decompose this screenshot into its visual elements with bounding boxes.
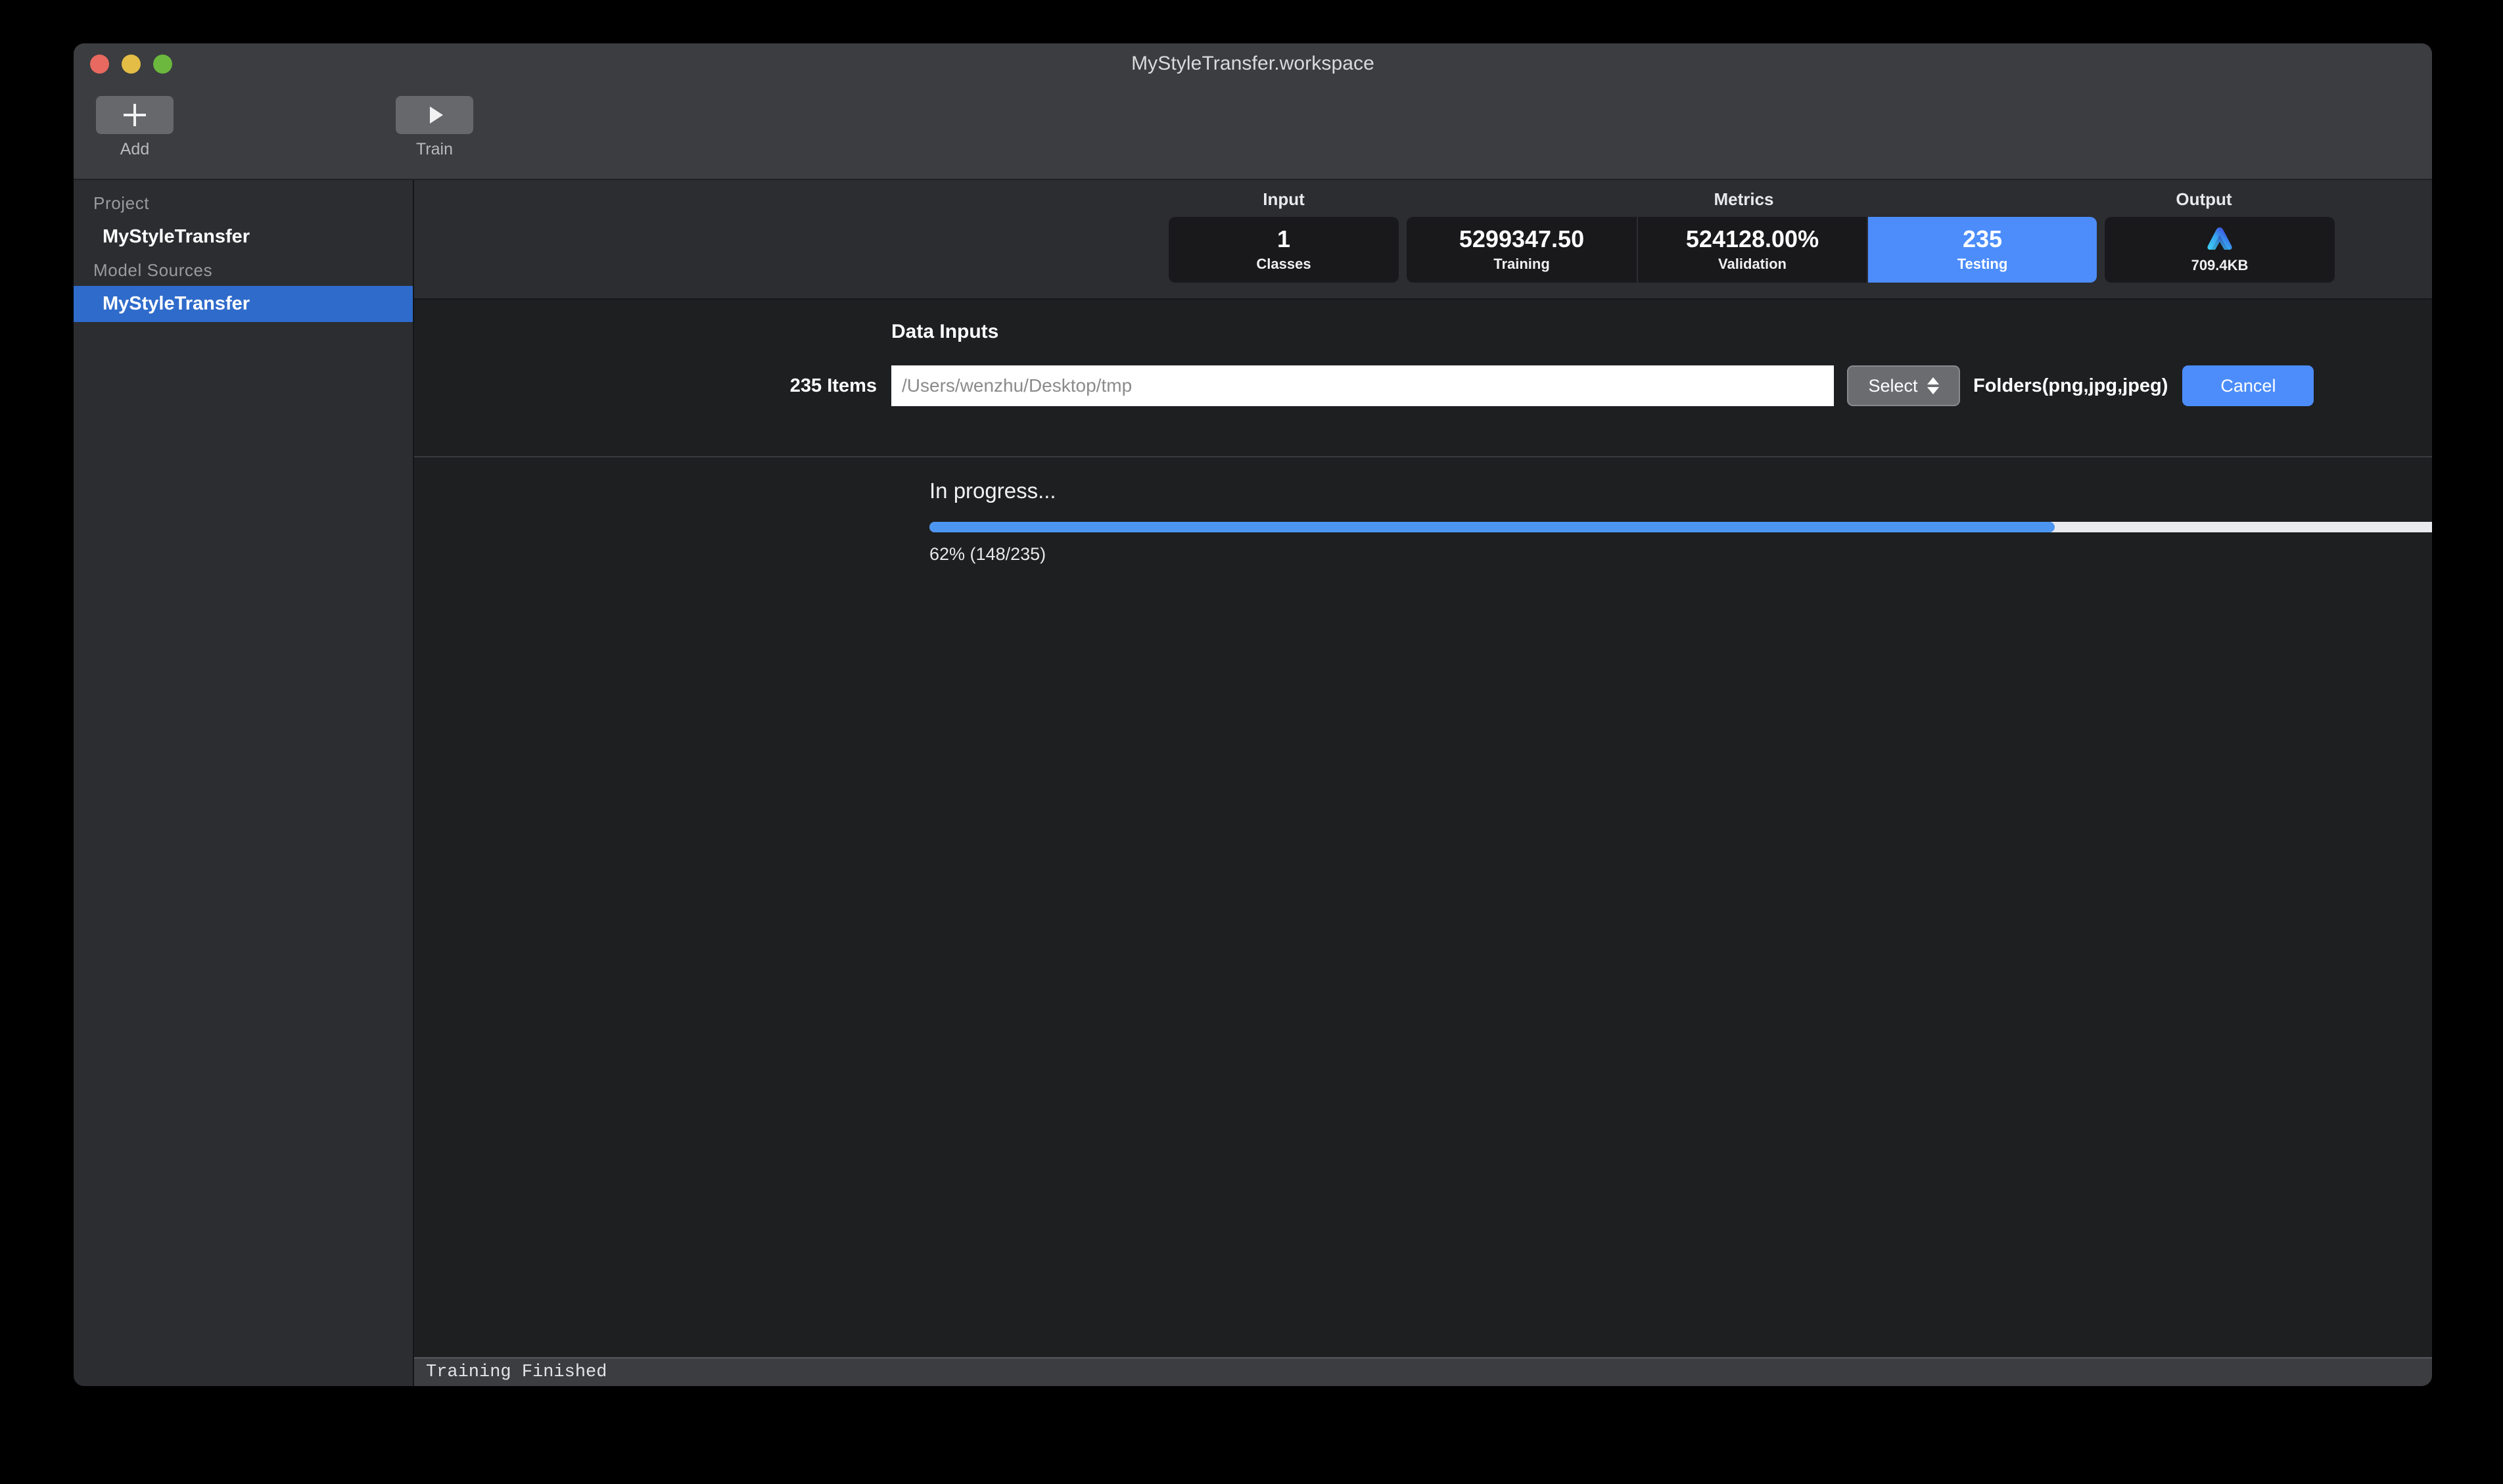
metric-caption-testing: Testing [1957, 256, 2008, 273]
metric-caption-validation: Validation [1718, 256, 1787, 273]
metrics-group-title-metrics: Metrics [1399, 189, 2089, 210]
sidebar: Project MyStyleTransfer Model Sources My… [74, 180, 414, 1386]
data-inputs-title: Data Inputs [891, 321, 998, 343]
metric-card-validation[interactable]: 524128.00% Validation [1637, 217, 1867, 283]
toolbar-item-train[interactable]: Train [392, 96, 477, 159]
coreml-model-icon [2205, 225, 2235, 253]
metrics-card-group: 5299347.50 Training 524128.00% Validatio… [1407, 217, 2097, 283]
add-button-label: Add [120, 140, 149, 159]
metrics-group-title-input: Input [1169, 189, 1399, 210]
sidebar-header-model-sources: Model Sources [74, 255, 413, 286]
zoom-button[interactable] [153, 55, 172, 74]
metrics-cards-row: 1 Classes 5299347.50 Training 524128.00%… [1169, 217, 2335, 283]
metrics-strip: Input Metrics Output 1 Classes 5299347.5… [414, 180, 2432, 300]
metrics-group-title-output: Output [2089, 189, 2319, 210]
progress-bar-fill [929, 522, 2055, 532]
play-icon [430, 106, 443, 124]
add-button[interactable] [96, 96, 174, 134]
data-inputs-row: 235 Items Select Folders(png,jpg,jpeg) C… [414, 365, 2432, 406]
toolbar: Add Train [74, 84, 2432, 180]
plus-icon [124, 104, 146, 126]
metric-caption-output: 709.4KB [2191, 257, 2249, 274]
metric-caption-classes: Classes [1256, 256, 1311, 273]
data-inputs-section: Data Inputs 235 Items Select Folders(png… [414, 300, 2432, 457]
cancel-button[interactable]: Cancel [2182, 365, 2314, 406]
app-window: MyStyleTransfer.workspace Add Train Proj… [74, 43, 2432, 1386]
toolbar-item-add[interactable]: Add [92, 96, 177, 159]
metric-value-training: 5299347.50 [1459, 227, 1584, 252]
window-title: MyStyleTransfer.workspace [74, 53, 2432, 75]
status-bar: Training Finished [414, 1357, 2432, 1386]
train-button[interactable] [396, 96, 473, 134]
progress-bar [929, 522, 2432, 532]
status-bar-text: Training Finished [426, 1362, 607, 1382]
path-input[interactable] [891, 365, 1834, 406]
item-count-label: 235 Items [414, 375, 891, 397]
traffic-light-group [90, 43, 172, 84]
progress-count-label: 62% (148/235) [929, 544, 1046, 565]
metric-card-classes[interactable]: 1 Classes [1169, 217, 1399, 283]
window-body: Project MyStyleTransfer Model Sources My… [74, 180, 2432, 1386]
metric-value-testing: 235 [1963, 227, 2002, 252]
metric-caption-training: Training [1493, 256, 1550, 273]
main-content: Input Metrics Output 1 Classes 5299347.5… [414, 180, 2432, 1386]
minimize-button[interactable] [122, 55, 141, 74]
metric-card-output[interactable]: 709.4KB [2105, 217, 2335, 283]
train-button-label: Train [416, 140, 453, 159]
progress-section: In progress... 62% (148/235) [414, 457, 2432, 1357]
select-dropdown-button[interactable]: Select [1847, 365, 1960, 406]
metric-value-classes: 1 [1277, 227, 1290, 252]
sidebar-header-project: Project [74, 188, 413, 219]
select-dropdown-label: Select [1868, 376, 1917, 396]
sidebar-item-model-mystyletransfer[interactable]: MyStyleTransfer [74, 286, 413, 322]
close-button[interactable] [90, 55, 109, 74]
progress-status-label: In progress... [929, 478, 1056, 503]
title-bar: MyStyleTransfer.workspace [74, 43, 2432, 84]
metric-card-testing[interactable]: 235 Testing [1867, 217, 2097, 283]
stepper-icon [1927, 377, 1939, 394]
sidebar-item-project-mystyletransfer[interactable]: MyStyleTransfer [74, 219, 413, 255]
folders-format-label: Folders(png,jpg,jpeg) [1973, 375, 2168, 397]
metric-card-training[interactable]: 5299347.50 Training [1407, 217, 1637, 283]
metric-value-validation: 524128.00% [1686, 227, 1819, 252]
